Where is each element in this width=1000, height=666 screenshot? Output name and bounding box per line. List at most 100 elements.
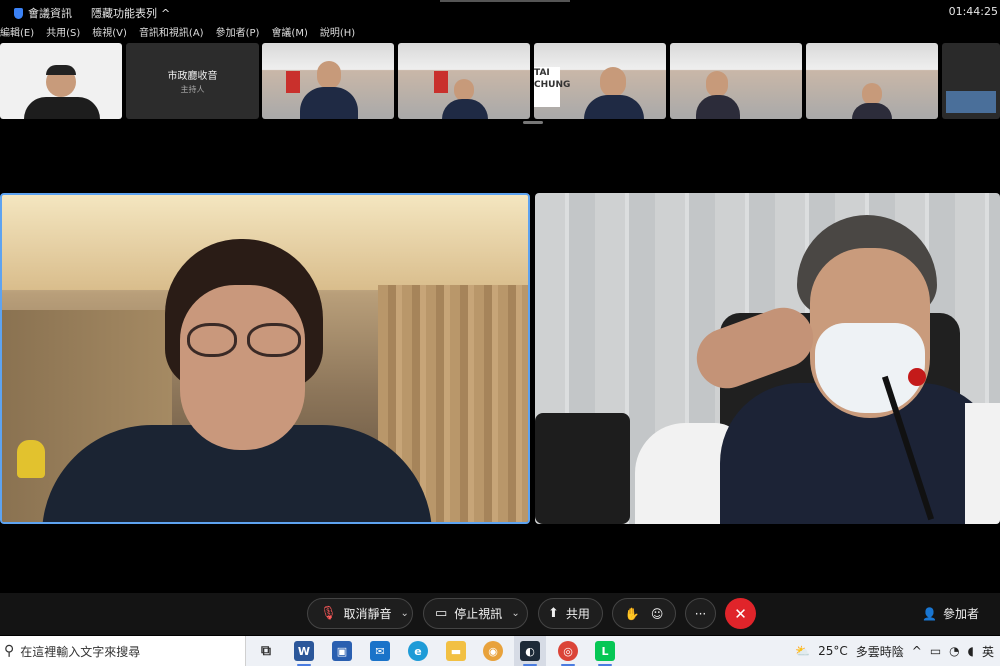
hide-menu-bar-label: 隱藏功能表列 (91, 7, 157, 20)
chevron-down-icon[interactable]: ⌄ (401, 608, 409, 619)
thumbnail-resize-handle[interactable] (523, 121, 543, 124)
participant-main-video[interactable] (535, 193, 1000, 524)
chrome-icon[interactable]: ◎ (558, 641, 578, 661)
host-name: 市政廳收音 (167, 71, 218, 82)
glasses-left (187, 323, 237, 357)
weather-icon[interactable]: ⛅ (795, 644, 810, 658)
participant-thumbnail-7[interactable] (806, 43, 938, 119)
chevron-down-icon[interactable]: ⌄ (511, 608, 519, 619)
participant-thumbnail-5[interactable]: TAI CHUNG (534, 43, 666, 119)
notification-icon[interactable]: ▭ (930, 644, 941, 658)
participant-thumbnail-8[interactable] (942, 43, 1000, 119)
participant-hair (46, 65, 76, 75)
chevron-up-icon[interactable]: ^ (912, 644, 922, 658)
share-screen-icon: ⬆ (548, 606, 559, 621)
speaker-face (180, 285, 305, 450)
weather-description[interactable]: 多雲時陰 (856, 643, 904, 660)
meeting-info-label: 會議資訊 (28, 7, 72, 20)
meeting-top-bar: 會議資訊 隱藏功能表列 ^ 01:44:25 (0, 0, 1000, 24)
people-icon: 👤 (922, 606, 937, 621)
participants-button[interactable]: 👤 參加者 (922, 605, 979, 622)
participant-face (454, 79, 474, 101)
participant-face (706, 71, 728, 97)
search-icon: ⚲ (4, 643, 15, 659)
video-camera-icon: ▭ (435, 606, 448, 621)
taichung-sign: TAI CHUNG (534, 67, 570, 107)
share-label: 共用 (565, 607, 590, 621)
window-drag-indicator[interactable] (440, 0, 570, 2)
flag-decoration (286, 71, 300, 93)
windows-taskbar: ⚲ 在這裡輸入文字來搜尋 ⧉ W ▣ ✉ e ▬ ◉ ◐ ◎ L ⛅ 25°C … (0, 636, 1000, 666)
file-explorer-icon[interactable]: ▬ (446, 641, 466, 661)
unmute-button[interactable]: 🎙 取消靜音 ⌄ (307, 598, 413, 629)
webex-icon[interactable]: ◐ (520, 641, 540, 661)
menu-participants[interactable]: 參加者(P) (216, 24, 260, 42)
menu-help[interactable]: 說明(H) (320, 24, 355, 42)
microphone-muted-icon: 🎙 (320, 606, 337, 621)
wifi-icon[interactable]: ◔ (949, 644, 959, 658)
participant-thumbnail-4[interactable] (398, 43, 530, 119)
participant-face (862, 83, 882, 105)
meeting-clock: 01:44:25 (948, 5, 998, 18)
meeting-controls: 🎙 取消靜音 ⌄ ▭ 停止視訊 ⌄ ⬆ 共用 ✋ ☺ ··· ✕ 👤 參加者 (0, 593, 1000, 635)
participants-label: 參加者 (942, 607, 979, 621)
edge-icon[interactable]: e (408, 641, 428, 661)
search-placeholder: 在這裡輸入文字來搜尋 (20, 644, 141, 659)
microphone-light (908, 368, 926, 386)
volume-icon[interactable]: ◖ (968, 644, 974, 658)
share-button[interactable]: ⬆ 共用 (538, 598, 603, 629)
menu-bar: 編輯(E) 共用(S) 檢視(V) 音訊和視訊(A) 參加者(P) 會議(M) … (0, 24, 355, 42)
office-chair (535, 413, 630, 524)
participant-body (696, 95, 740, 119)
chevron-up-icon: ^ (161, 6, 171, 20)
shield-icon (14, 7, 23, 19)
toy-figure (17, 440, 45, 478)
temperature[interactable]: 25°C (818, 644, 848, 658)
meeting-info-button[interactable]: 會議資訊 (14, 5, 72, 21)
participant-body (442, 99, 488, 119)
raise-hand-icon[interactable]: ✋ (625, 607, 640, 621)
flag-decoration (434, 71, 448, 93)
host-role: 主持人 (180, 85, 205, 94)
more-options-label: ··· (694, 606, 707, 621)
system-tray: ⛅ 25°C 多雲時陰 ^ ▭ ◔ ◖ 英 (787, 636, 1000, 666)
leave-meeting-button[interactable]: ✕ (725, 598, 756, 629)
menu-audio-video[interactable]: 音訊和視訊(A) (139, 24, 204, 42)
shirt-right (965, 403, 1000, 524)
unmute-label: 取消靜音 (343, 607, 392, 621)
participant-thumbnail-6[interactable] (670, 43, 802, 119)
glasses-right (247, 323, 301, 357)
more-options-button[interactable]: ··· (685, 598, 716, 629)
task-view-icon[interactable]: ⧉ (256, 641, 276, 661)
participant-thumbnail-3[interactable] (262, 43, 394, 119)
participant-thumbnail-host[interactable]: 市政廳收音 主持人 (126, 43, 259, 119)
participant-body (852, 103, 892, 119)
participant-face (600, 67, 626, 97)
menu-share[interactable]: 共用(S) (46, 24, 80, 42)
input-language[interactable]: 英 (982, 643, 994, 660)
screen-decoration (946, 91, 996, 113)
participant-thumbnail-strip: 市政廳收音 主持人 TAI CHUNG (0, 43, 1000, 121)
stop-video-label: 停止視訊 (454, 607, 503, 621)
participant-body (584, 95, 644, 119)
menu-edit[interactable]: 編輯(E) (0, 24, 34, 42)
active-speaker-video[interactable] (0, 193, 530, 524)
participant-body (24, 97, 100, 119)
reaction-smiley-icon[interactable]: ☺ (651, 607, 664, 621)
participant-thumbnail-1[interactable] (0, 43, 122, 119)
hide-menu-bar-button[interactable]: 隱藏功能表列 ^ (91, 5, 170, 21)
word-icon[interactable]: W (294, 641, 314, 661)
stop-video-button[interactable]: ▭ 停止視訊 ⌄ (423, 598, 528, 629)
reactions-group: ✋ ☺ (612, 598, 676, 629)
store-icon[interactable]: ▣ (332, 641, 352, 661)
chrome-canary-icon[interactable]: ◉ (483, 641, 503, 661)
face-mask (815, 323, 925, 413)
participant-body (300, 87, 358, 119)
taskbar-search-box[interactable]: ⚲ 在這裡輸入文字來搜尋 (0, 636, 246, 666)
line-icon[interactable]: L (595, 641, 615, 661)
menu-view[interactable]: 檢視(V) (92, 24, 127, 42)
mail-icon[interactable]: ✉ (370, 641, 390, 661)
menu-meeting[interactable]: 會議(M) (271, 24, 307, 42)
participant-face (317, 61, 341, 89)
close-icon: ✕ (734, 604, 747, 623)
